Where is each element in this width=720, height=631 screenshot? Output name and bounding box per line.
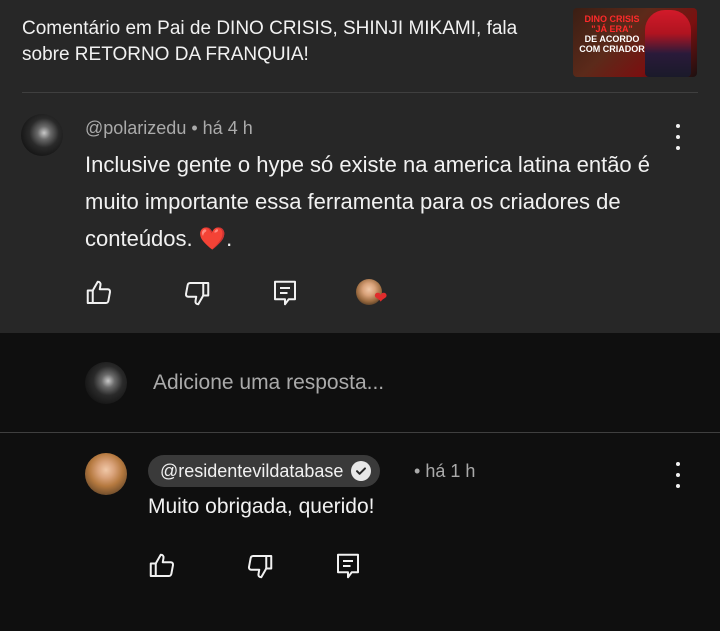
thumbnail-line4: COM CRIADOR: [579, 44, 645, 54]
comment-meta: @polarizedu • há 4 h: [85, 118, 253, 139]
video-thumbnail[interactable]: DINO CRISIS "JÁ ERA" DE ACORDO COM CRIAD…: [573, 8, 697, 77]
creator-author-chip[interactable]: @residentevildatabase: [148, 455, 381, 487]
thumb-down-icon[interactable]: [182, 278, 212, 308]
thumbnail-line3: DE ACORDO: [584, 34, 640, 44]
verified-icon: [351, 461, 372, 481]
comment-trailing: .: [226, 226, 233, 251]
thumbnail-character: [645, 10, 691, 77]
comment-time: há 4 h: [202, 118, 253, 138]
more-options-icon[interactable]: [673, 462, 683, 488]
comment-text: Inclusive gente o hype só existe na amer…: [85, 146, 665, 257]
thumb-down-icon[interactable]: [245, 551, 275, 581]
thumbnail-caption: DINO CRISIS "JÁ ERA" DE ACORDO COM CRIAD…: [577, 14, 647, 54]
more-options-icon[interactable]: [673, 124, 683, 150]
avatar: [85, 362, 127, 404]
avatar[interactable]: [85, 453, 127, 495]
divider: [22, 92, 698, 93]
heart-emoji: ❤️: [198, 226, 227, 251]
reply-input[interactable]: [153, 371, 673, 395]
divider: [0, 432, 720, 433]
meta-separator: •: [414, 461, 421, 481]
comment-header-panel: Comentário em Pai de DINO CRISIS, SHINJI…: [0, 0, 720, 333]
avatar[interactable]: [21, 114, 63, 156]
thumb-up-icon[interactable]: [84, 278, 114, 308]
reply-text: Muito obrigada, querido!: [148, 495, 375, 518]
comment-author[interactable]: @polarizedu: [85, 118, 186, 138]
reply-meta: • há 1 h: [414, 461, 475, 482]
meta-separator: •: [191, 118, 203, 138]
comment-body: Inclusive gente o hype só existe na amer…: [85, 152, 651, 251]
video-title[interactable]: Comentário em Pai de DINO CRISIS, SHINJI…: [22, 16, 562, 68]
thumb-up-icon[interactable]: [147, 551, 177, 581]
thumbnail-line1: DINO CRISIS: [584, 14, 640, 24]
reply-time: há 1 h: [425, 461, 476, 481]
reply-author: @residentevildatabase: [160, 460, 344, 481]
reply-icon[interactable]: [270, 278, 300, 308]
reply-icon[interactable]: [333, 551, 363, 581]
thumbnail-line2: "JÁ ERA": [591, 24, 633, 34]
creator-heart-icon: ❤: [374, 290, 388, 307]
